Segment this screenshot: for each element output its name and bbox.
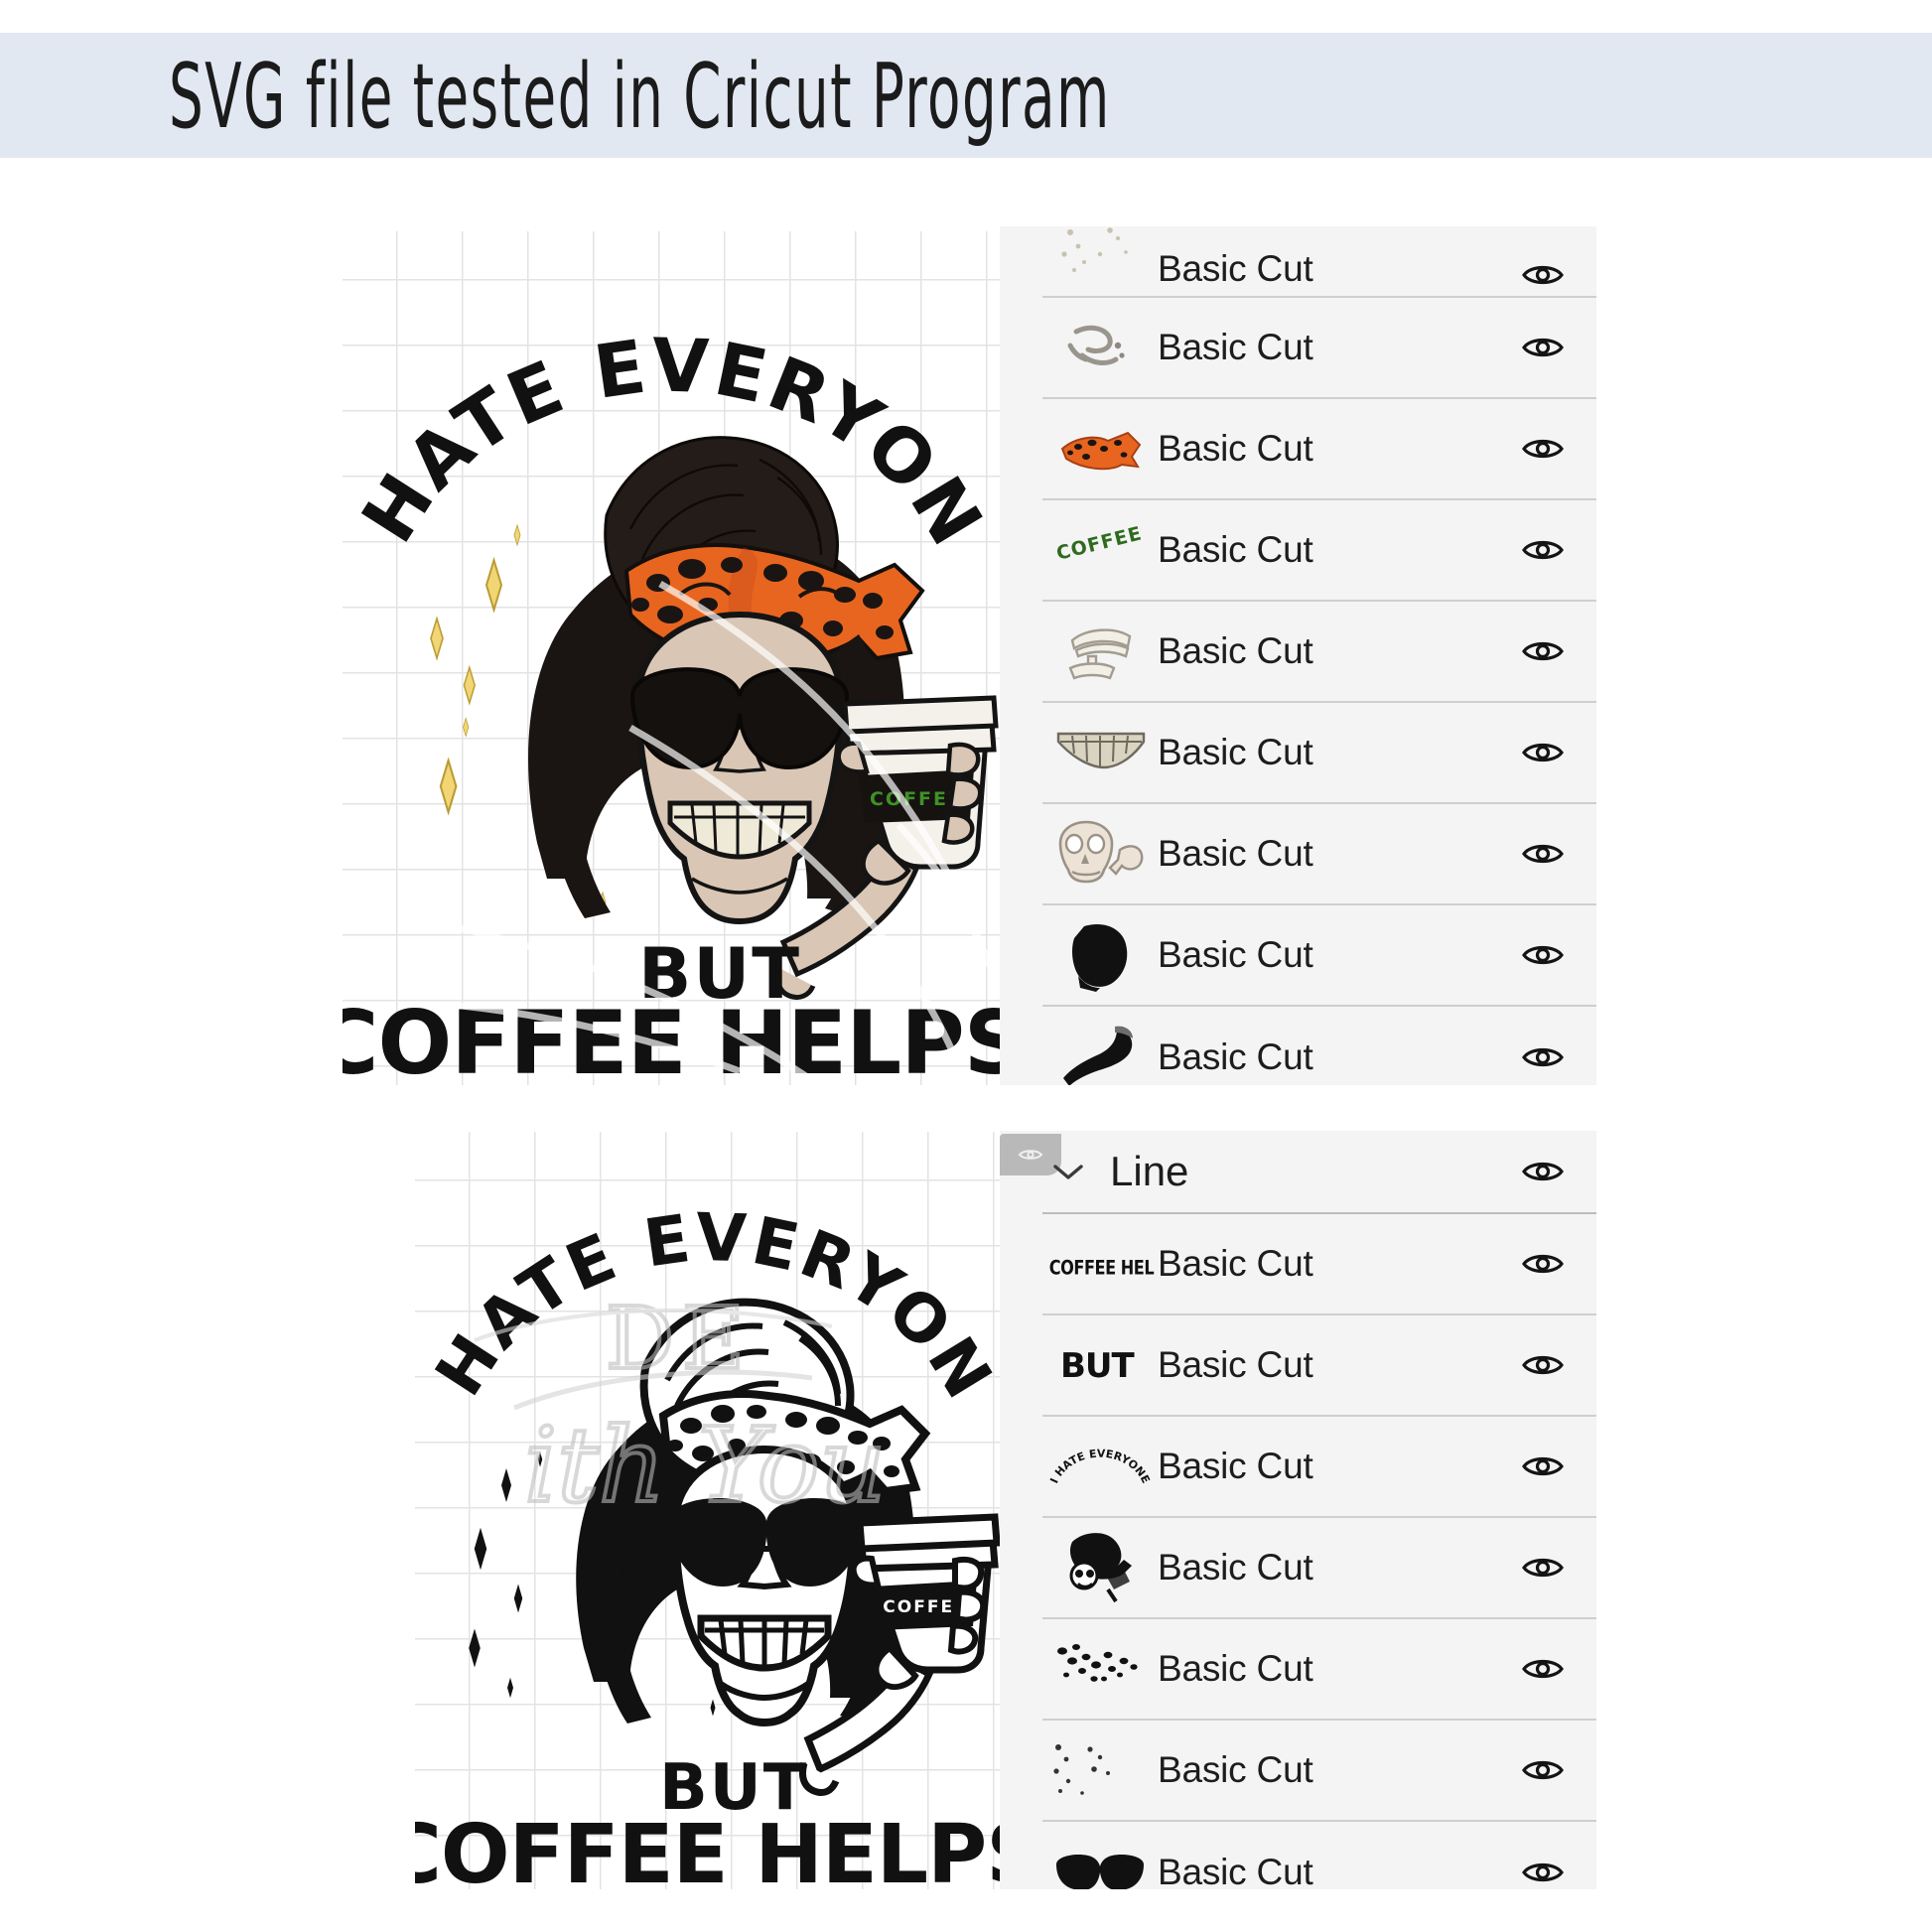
layer-label: Basic Cut — [1158, 1852, 1313, 1889]
layers-panel-color[interactable]: Basic Cut Basic Cut Basic Cut COFFEE Bas… — [1000, 226, 1596, 1085]
design-canvas-color[interactable]: I HATE EVERYONE — [343, 231, 1000, 1085]
skull-bandana-icon — [1042, 1528, 1158, 1607]
black-arm-icon — [1042, 1018, 1158, 1085]
layer-label: Basic Cut — [1158, 529, 1313, 570]
layer-row[interactable]: Basic Cut — [1042, 1007, 1596, 1085]
sunglasses-icon — [1042, 1833, 1158, 1889]
layer-row[interactable]: I HATE EVERYONE Basic Cut — [1042, 1417, 1596, 1518]
layer-group-label: Line — [1110, 1148, 1189, 1194]
arc-text-icon: I HATE EVERYONE — [1042, 1427, 1158, 1506]
layer-row[interactable]: COFFEE HELPS Basic Cut — [1042, 1214, 1596, 1315]
eye-icon[interactable] — [1489, 940, 1596, 970]
eye-icon[interactable] — [1489, 1553, 1596, 1583]
layer-row[interactable]: COFFEE Basic Cut — [1042, 500, 1596, 602]
orange-leopard-bandana-icon — [1042, 409, 1158, 488]
skull-face-icon — [1042, 814, 1158, 894]
layer-row[interactable]: Basic Cut — [1042, 905, 1596, 1007]
eye-icon[interactable] — [1489, 1858, 1596, 1887]
layer-row[interactable]: Basic Cut — [1042, 226, 1596, 298]
layer-row[interactable]: Basic Cut — [1042, 399, 1596, 500]
page-title: SVG file tested in Cricut Program — [169, 43, 1111, 148]
layer-label: Basic Cut — [1158, 1036, 1313, 1077]
layer-label: Basic Cut — [1158, 1749, 1313, 1790]
svg-text:BUT: BUT — [1060, 1346, 1136, 1386]
eye-icon[interactable] — [1489, 333, 1596, 362]
layer-label: Basic Cut — [1158, 1648, 1313, 1689]
layer-group-line[interactable]: Line — [1042, 1131, 1596, 1214]
layer-label: Basic Cut — [1158, 934, 1313, 975]
layers-list-color: Basic Cut Basic Cut Basic Cut COFFEE Bas… — [1042, 226, 1596, 1085]
layers-panel-mono[interactable]: Line COFFEE HELPS Basic Cut BUT Basi — [1000, 1131, 1596, 1889]
layer-label: Basic Cut — [1158, 833, 1313, 874]
eye-icon[interactable] — [1489, 1755, 1596, 1785]
eye-icon[interactable] — [1489, 535, 1596, 565]
layer-row[interactable]: BUT Basic Cut — [1042, 1315, 1596, 1417]
eye-icon[interactable] — [1489, 260, 1596, 290]
coffee-helps-text-icon: COFFEE HELPS — [1042, 1224, 1158, 1304]
design-canvas-mono[interactable]: I HATE EVERYONE — [415, 1132, 1011, 1889]
layer-row[interactable]: Basic Cut — [1042, 1822, 1596, 1889]
teeth-icon — [1042, 713, 1158, 792]
layer-row[interactable]: Basic Cut — [1042, 602, 1596, 703]
svg-text:COFFEE: COFFEE — [1054, 522, 1145, 565]
eye-icon[interactable] — [1489, 1654, 1596, 1684]
layer-label: Basic Cut — [1158, 1243, 1313, 1284]
layer-label: Basic Cut — [1158, 327, 1313, 367]
svg-text:COFFEE HELPS: COFFEE HELPS — [1049, 1257, 1155, 1280]
design-artwork-color: I HATE EVERYONE — [343, 231, 1000, 1085]
layer-label: Basic Cut — [1158, 1547, 1313, 1587]
sparkle-dots-icon — [1042, 1730, 1158, 1810]
layer-row[interactable]: Basic Cut — [1042, 804, 1596, 905]
eye-icon[interactable] — [1489, 434, 1596, 464]
layer-row[interactable]: Basic Cut — [1042, 1518, 1596, 1619]
chevron-down-icon[interactable] — [1042, 1161, 1094, 1182]
eye-icon[interactable] — [1489, 738, 1596, 767]
svg-text:I HATE EVERYONE: I HATE EVERYONE — [1048, 1448, 1152, 1486]
gray-squiggle-icon — [1042, 308, 1158, 387]
leopard-dots-icon — [1042, 1629, 1158, 1709]
svg-text:COFFEE HELPS: COFFEE HELPS — [343, 992, 1000, 1085]
layer-label: Basic Cut — [1158, 732, 1313, 772]
eye-icon[interactable] — [1489, 1042, 1596, 1072]
but-text-icon: BUT — [1042, 1325, 1158, 1405]
eye-icon[interactable] — [1489, 636, 1596, 666]
layer-row[interactable]: Basic Cut — [1042, 298, 1596, 399]
layer-label: Basic Cut — [1158, 428, 1313, 469]
cup-lid-outline-icon — [1042, 612, 1158, 691]
header-banner: SVG file tested in Cricut Program — [0, 33, 1932, 158]
layers-list-mono: Line COFFEE HELPS Basic Cut BUT Basi — [1042, 1131, 1596, 1889]
layer-row[interactable]: Basic Cut — [1042, 1619, 1596, 1721]
sparkle-dots-icon — [1042, 226, 1158, 290]
layer-row[interactable]: Basic Cut — [1042, 1721, 1596, 1822]
eye-icon[interactable] — [1489, 839, 1596, 869]
eye-icon[interactable] — [1489, 1451, 1596, 1481]
layer-label: Basic Cut — [1158, 1446, 1313, 1486]
eye-icon[interactable] — [1489, 1249, 1596, 1279]
eye-icon[interactable] — [1489, 1350, 1596, 1380]
green-coffee-text-icon: COFFEE — [1042, 510, 1158, 590]
svg-text:COFFEE HELPS: COFFEE HELPS — [415, 1808, 1011, 1889]
design-artwork-mono: I HATE EVERYONE — [415, 1132, 1011, 1889]
layer-row[interactable]: Basic Cut — [1042, 703, 1596, 804]
layer-label: Basic Cut — [1158, 630, 1313, 671]
black-hair-blob-icon — [1042, 915, 1158, 995]
layer-label: Basic Cut — [1158, 1344, 1313, 1385]
eye-icon[interactable] — [1489, 1157, 1596, 1186]
layer-label: Basic Cut — [1158, 248, 1313, 289]
